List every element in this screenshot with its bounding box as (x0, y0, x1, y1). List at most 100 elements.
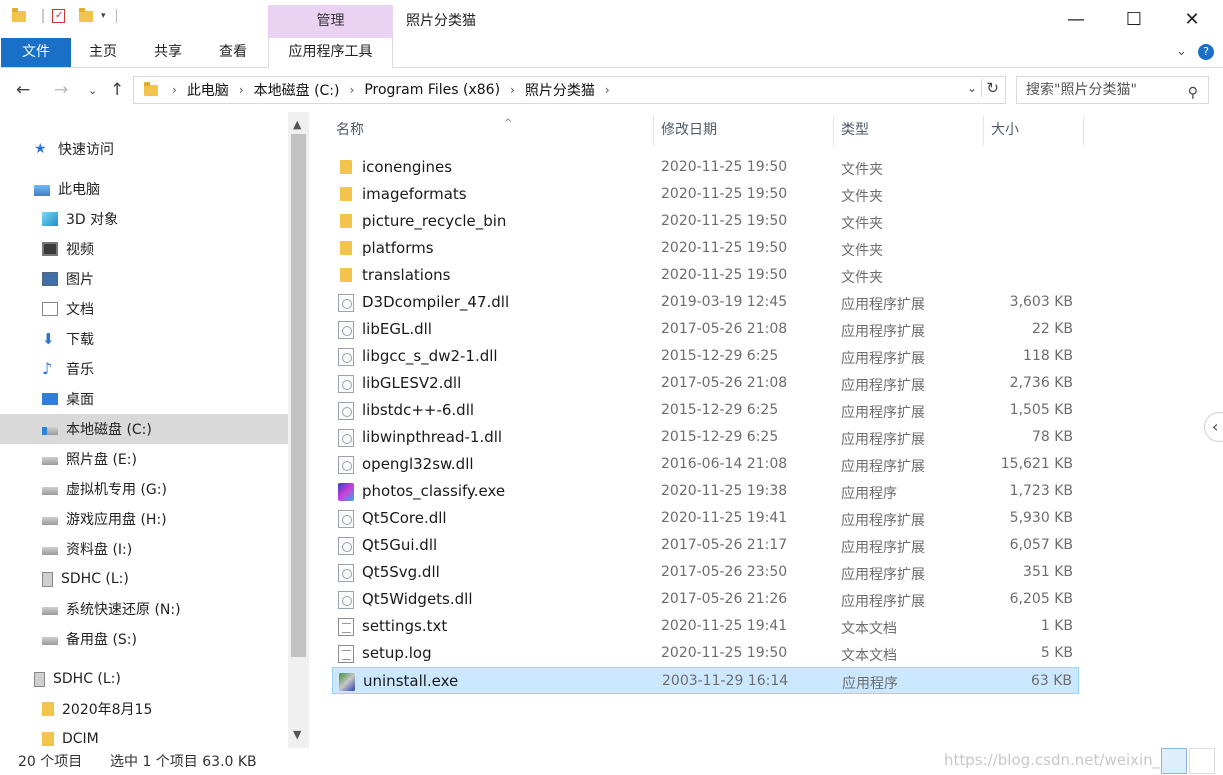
sidebar-item[interactable]: DCIM (0, 724, 288, 748)
details-view-icon[interactable] (1161, 748, 1187, 774)
breadcrumb-this-pc[interactable]: 此电脑 (187, 80, 229, 100)
minimize-button[interactable]: — (1047, 0, 1105, 38)
file-list: 名称 ^ 修改日期 类型 大小 iconengines 2020-11-25 19… (310, 112, 1210, 748)
file-type: 应用程序扩展 (841, 459, 925, 475)
folder-icon[interactable] (12, 7, 26, 22)
table-row[interactable]: imageformats 2020-11-25 19:50 文件夹 (332, 181, 1079, 208)
table-row[interactable]: translations 2020-11-25 19:50 文件夹 (332, 262, 1079, 289)
table-row[interactable]: iconengines 2020-11-25 19:50 文件夹 (332, 154, 1079, 181)
properties-icon[interactable]: ✓ (52, 9, 65, 23)
table-row[interactable]: opengl32sw.dll 2016-06-14 21:08 应用程序扩展 15,6… (332, 451, 1079, 478)
sidebar-item[interactable]: 桌面 (0, 384, 288, 414)
table-row[interactable]: Qt5Widgets.dll 2017-05-26 21:26 应用程序扩展 6,20… (332, 586, 1079, 613)
table-row[interactable]: Qt5Core.dll 2020-11-25 19:41 应用程序扩展 5,930 K… (332, 505, 1079, 532)
search-icon[interactable]: ⚲ (1188, 80, 1198, 106)
sidebar-item[interactable]: 资料盘 (I:) (0, 534, 288, 564)
sidebar-item[interactable]: 游戏应用盘 (H:) (0, 504, 288, 534)
drive-icon (42, 517, 58, 525)
sidebar-item[interactable]: 照片盘 (E:) (0, 444, 288, 474)
table-row[interactable]: settings.txt 2020-11-25 19:41 文本文档 1 KB (332, 613, 1079, 640)
chevron-right-icon[interactable]: › (239, 83, 244, 97)
table-row[interactable]: libwinpthread-1.dll 2015-12-29 6:25 应用程序扩展… (332, 424, 1079, 451)
table-row[interactable]: photos_classify.exe 2020-11-25 19:38 应用程序 1… (332, 478, 1079, 505)
sidebar-item[interactable]: SDHC (L:) (0, 664, 288, 694)
sidebar-item[interactable]: 文档 (0, 294, 288, 324)
watermark-text: https://blog.csdn.net/weixin_44 (944, 751, 1180, 769)
chevron-up-icon[interactable]: ▲ (293, 118, 301, 131)
table-row[interactable]: uninstall.exe 2003-11-29 16:14 应用程序 63 KB (332, 667, 1079, 694)
maximize-button[interactable]: ☐ (1105, 0, 1163, 38)
desktop-icon (42, 393, 58, 405)
sidebar-item[interactable]: 3D 对象 (0, 204, 288, 234)
table-row[interactable]: Qt5Gui.dll 2017-05-26 21:17 应用程序扩展 6,057 KB (332, 532, 1079, 559)
breadcrumb-local-disk[interactable]: 本地磁盘 (C:) (254, 80, 340, 100)
address-bar[interactable]: › 此电脑 › 本地磁盘 (C:) › Program Files (x86) … (133, 76, 1006, 104)
chevron-right-icon[interactable]: › (350, 83, 355, 97)
file-type: 文件夹 (841, 216, 883, 232)
table-row[interactable]: picture_recycle_bin 2020-11-25 19:50 文件夹 (332, 208, 1079, 235)
table-row[interactable]: libEGL.dll 2017-05-26 21:08 应用程序扩展 22 KB (332, 316, 1079, 343)
ribbon-tabs: 文件 主页 共享 查看 应用程序工具 ⌄ ? (0, 38, 1223, 68)
file-date: 2020-11-25 19:50 (661, 240, 788, 256)
chevron-right-icon[interactable]: › (172, 83, 177, 97)
chevron-right-icon[interactable]: › (510, 83, 515, 97)
column-divider[interactable] (1083, 116, 1084, 146)
file-name: uninstall.exe (363, 672, 459, 690)
table-row[interactable]: libgcc_s_dw2-1.dll 2015-12-29 6:25 应用程序扩展 1… (332, 343, 1079, 370)
sidebar-item[interactable]: 图片 (0, 264, 288, 294)
column-divider[interactable] (983, 116, 984, 146)
column-divider[interactable] (833, 116, 834, 146)
search-input[interactable]: 搜索"照片分类猫" ⚲ (1016, 76, 1209, 104)
search-placeholder: 搜索"照片分类猫" (1026, 82, 1137, 98)
recent-locations-icon[interactable]: ⌄ (88, 84, 97, 97)
sidebar-item[interactable]: ★ 快速访问 (0, 134, 288, 164)
chevron-right-icon[interactable]: › (605, 83, 610, 97)
sidebar-item[interactable]: 2020年8月15 (0, 694, 288, 724)
column-header-date[interactable]: 修改日期 (655, 118, 833, 152)
sidebar-item[interactable]: 视频 (0, 234, 288, 264)
tab-file[interactable]: 文件 (1, 38, 71, 67)
tab-view[interactable]: 查看 (210, 38, 256, 67)
sidebar-item[interactable]: ♪ 音乐 (0, 354, 288, 384)
refresh-icon[interactable]: ↻ (981, 79, 999, 97)
chevron-down-icon[interactable]: ▼ (293, 728, 301, 741)
new-folder-icon[interactable] (79, 7, 93, 22)
sidebar-item[interactable]: 系统快速还原 (N:) (0, 594, 288, 624)
close-button[interactable]: ✕ (1163, 0, 1221, 38)
breadcrumb-program-files[interactable]: Program Files (x86) (364, 82, 500, 98)
table-row[interactable]: D3Dcompiler_47.dll 2019-03-19 12:45 应用程序扩展… (332, 289, 1079, 316)
large-icons-view-icon[interactable] (1189, 748, 1215, 774)
column-header-size[interactable]: 大小 (985, 118, 1083, 152)
up-arrow-icon[interactable]: ↑ (110, 80, 124, 100)
sidebar-item[interactable]: 备用盘 (S:) (0, 624, 288, 654)
column-divider[interactable] (653, 116, 654, 146)
column-header-name[interactable]: 名称 ^ (330, 118, 653, 152)
column-header-type[interactable]: 类型 (835, 118, 983, 152)
help-icon[interactable]: ? (1198, 44, 1214, 60)
sidebar-item[interactable]: 此电脑 (0, 174, 288, 204)
table-row[interactable]: Qt5Svg.dll 2017-05-26 23:50 应用程序扩展 351 KB (332, 559, 1079, 586)
table-row[interactable]: libGLESV2.dll 2017-05-26 21:08 应用程序扩展 2,736… (332, 370, 1079, 397)
ribbon-collapse-icon[interactable]: ⌄ (1176, 44, 1187, 59)
forward-arrow-icon[interactable]: → (54, 80, 68, 100)
tab-share[interactable]: 共享 (145, 38, 191, 67)
table-row[interactable]: libstdc++-6.dll 2015-12-29 6:25 应用程序扩展 1,50… (332, 397, 1079, 424)
table-row[interactable]: platforms 2020-11-25 19:50 文件夹 (332, 235, 1079, 262)
breadcrumb-current-folder[interactable]: 照片分类猫 (525, 80, 595, 100)
customize-icon[interactable]: ▾ (101, 11, 106, 21)
scrollbar-thumb[interactable] (291, 134, 306, 657)
sidebar-item[interactable]: SDHC (L:) (0, 564, 288, 594)
tab-home[interactable]: 主页 (80, 38, 126, 67)
file-size: 5,930 KB (1009, 510, 1073, 526)
tab-manage[interactable]: 管理 (268, 5, 393, 38)
table-row[interactable]: setup.log 2020-11-25 19:50 文本文档 5 KB (332, 640, 1079, 667)
sidebar-item[interactable]: 本地磁盘 (C:) (0, 414, 288, 444)
sidebar-item[interactable]: ⬇ 下载 (0, 324, 288, 354)
back-arrow-icon[interactable]: ← (16, 80, 30, 100)
tab-application-tools[interactable]: 应用程序工具 (268, 38, 393, 68)
file-type: 应用程序扩展 (841, 513, 925, 529)
sidebar-item[interactable]: 虚拟机专用 (G:) (0, 474, 288, 504)
nav-scrollbar[interactable]: ▲ ▼ (288, 112, 309, 748)
chevron-down-icon[interactable]: ⌄ (967, 81, 977, 95)
file-date: 2003-11-29 16:14 (662, 673, 789, 689)
